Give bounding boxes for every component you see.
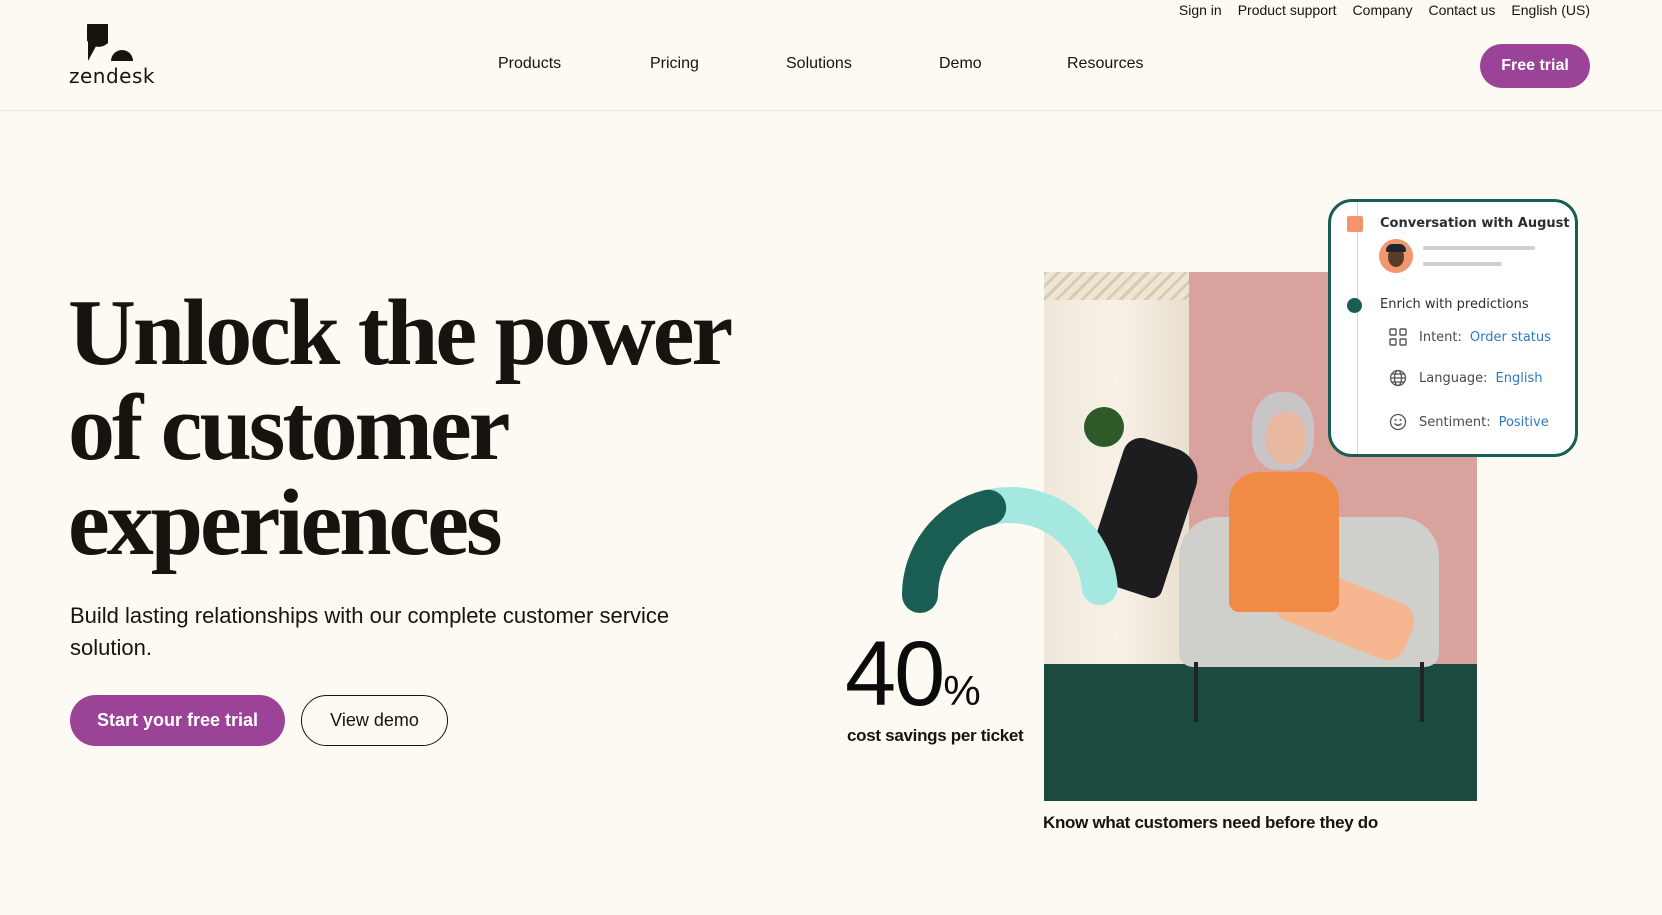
start-free-trial-button[interactable]: Start your free trial — [70, 695, 285, 746]
step-marker-icon — [1347, 298, 1362, 313]
stat-number: 40 — [845, 623, 945, 725]
view-demo-button[interactable]: View demo — [301, 695, 448, 746]
prediction-label: Sentiment: — [1419, 414, 1491, 430]
language-selector[interactable]: English (US) — [1511, 2, 1590, 18]
prediction-row-intent: Intent: Order status — [1389, 328, 1551, 346]
company-link[interactable]: Company — [1353, 2, 1413, 18]
message-placeholder-line — [1423, 262, 1502, 266]
photo-caption: Know what customers need before they do — [1043, 813, 1378, 832]
zendesk-mark-icon — [87, 24, 133, 61]
utility-nav: Sign in Product support Company Contact … — [1179, 2, 1590, 18]
prediction-label: Language: — [1419, 370, 1488, 386]
nav-products[interactable]: Products — [498, 55, 561, 73]
grid-icon — [1389, 328, 1407, 346]
free-trial-button[interactable]: Free trial — [1480, 44, 1590, 88]
nav-demo[interactable]: Demo — [939, 55, 982, 73]
avatar-cap — [1386, 244, 1406, 252]
photo-ceiling — [1044, 272, 1189, 300]
photo-person-face — [1266, 412, 1306, 464]
stat-label: cost savings per ticket — [847, 726, 1024, 745]
nav-solutions[interactable]: Solutions — [786, 55, 852, 73]
sign-in-link[interactable]: Sign in — [1179, 2, 1222, 18]
stat-value: 40% — [845, 628, 981, 737]
brand-wordmark: zendesk — [69, 64, 155, 88]
avatar — [1379, 239, 1413, 273]
photo-plant — [1084, 407, 1124, 447]
hero-headline: Unlock the power of customer experiences — [68, 286, 788, 571]
headline-line: experiences — [68, 471, 503, 575]
product-support-link[interactable]: Product support — [1238, 2, 1337, 18]
message-placeholder-line — [1423, 246, 1535, 250]
prediction-row-sentiment: Sentiment: Positive — [1389, 413, 1549, 431]
headline-line: of customer — [68, 376, 510, 480]
card-title: Conversation with August — [1380, 216, 1570, 231]
conversation-marker-icon — [1347, 216, 1363, 232]
gauge-fill — [902, 489, 1007, 613]
contact-us-link[interactable]: Contact us — [1428, 2, 1495, 18]
card-step: Enrich with predictions — [1380, 297, 1529, 312]
prediction-value[interactable]: English — [1496, 371, 1543, 386]
hero-subheadline: Build lasting relationships with our com… — [70, 603, 670, 660]
stat-unit: % — [943, 667, 981, 714]
timeline-line — [1357, 202, 1358, 454]
prediction-label: Intent: — [1419, 329, 1462, 345]
zendesk-logo[interactable]: zendesk — [69, 24, 155, 88]
smiley-icon — [1389, 413, 1407, 431]
prediction-row-language: Language: English — [1389, 369, 1543, 387]
savings-gauge — [902, 486, 1118, 613]
prediction-value[interactable]: Positive — [1499, 415, 1549, 430]
conversation-card: Conversation with August Enrich with pre… — [1328, 199, 1578, 457]
photo-armchair-legs — [1194, 662, 1424, 722]
globe-icon — [1389, 369, 1407, 387]
site-header: Sign in Product support Company Contact … — [0, 0, 1662, 111]
photo-person-body — [1229, 472, 1339, 612]
headline-line: Unlock the power — [68, 281, 733, 385]
nav-resources[interactable]: Resources — [1067, 55, 1143, 73]
nav-pricing[interactable]: Pricing — [650, 55, 699, 73]
prediction-value[interactable]: Order status — [1470, 330, 1551, 345]
